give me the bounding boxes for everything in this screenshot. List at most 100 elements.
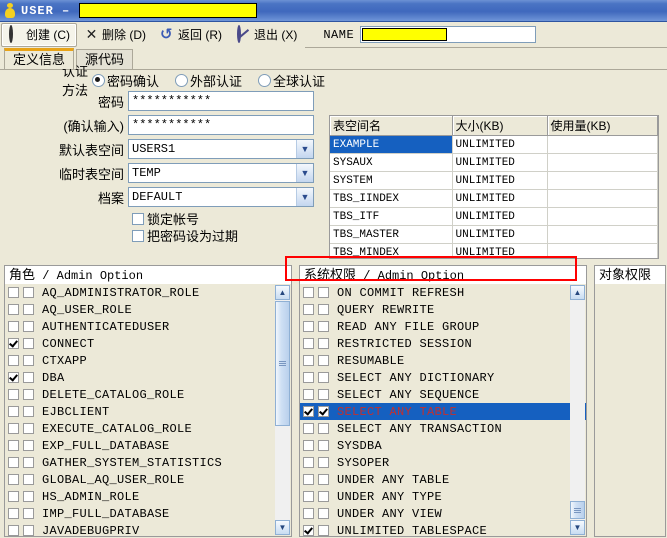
name-input[interactable] xyxy=(360,26,537,43)
radio-external-icon[interactable] xyxy=(174,73,188,87)
grant-checkbox[interactable] xyxy=(8,355,19,366)
list-item[interactable]: IMP_FULL_DATABASE xyxy=(5,505,291,522)
grant-checkbox[interactable] xyxy=(8,457,19,468)
auth-option-external[interactable]: 外部认证 xyxy=(174,71,242,90)
lock-account-row[interactable]: 锁定帐号 xyxy=(0,210,325,227)
list-item[interactable]: UNLIMITED TABLESPACE xyxy=(300,522,586,536)
grant-checkbox[interactable] xyxy=(303,474,314,485)
column-header-name[interactable]: 表空间名 xyxy=(330,116,453,136)
list-item[interactable]: JAVADEBUGPRIV xyxy=(5,522,291,536)
grant-checkbox[interactable] xyxy=(8,474,19,485)
expire-password-row[interactable]: 把密码设为过期 xyxy=(0,227,325,244)
list-item[interactable]: DBA xyxy=(5,369,291,386)
list-item[interactable]: ON COMMIT REFRESH xyxy=(300,284,586,301)
tab-definition[interactable]: 定义信息 xyxy=(4,48,75,69)
grant-checkbox[interactable] xyxy=(8,440,19,451)
chevron-down-icon[interactable]: ▼ xyxy=(296,188,313,206)
list-item[interactable]: AQ_ADMINISTRATOR_ROLE xyxy=(5,284,291,301)
grant-checkbox[interactable] xyxy=(8,321,19,332)
list-item[interactable]: SELECT ANY SEQUENCE xyxy=(300,386,586,403)
admin-option-checkbox[interactable] xyxy=(318,287,329,298)
grant-checkbox[interactable] xyxy=(8,491,19,502)
list-item[interactable]: CONNECT xyxy=(5,335,291,352)
temp-tablespace-select[interactable]: TEMP ▼ xyxy=(128,163,314,183)
list-item[interactable]: RESUMABLE xyxy=(300,352,586,369)
admin-option-checkbox[interactable] xyxy=(23,372,34,383)
list-item[interactable]: AQ_USER_ROLE xyxy=(5,301,291,318)
list-item[interactable]: AUTHENTICATEDUSER xyxy=(5,318,291,335)
list-item[interactable]: SYSDBA xyxy=(300,437,586,454)
delete-button[interactable]: ✕ 删除 (D) xyxy=(77,23,153,47)
list-item[interactable]: QUERY REWRITE xyxy=(300,301,586,318)
radio-global-icon[interactable] xyxy=(257,73,271,87)
grant-checkbox[interactable] xyxy=(303,440,314,451)
table-row[interactable]: TBS_MINDEX UNLIMITED xyxy=(330,243,658,258)
radio-password-icon[interactable] xyxy=(91,73,105,87)
list-item[interactable]: EXECUTE_CATALOG_ROLE xyxy=(5,420,291,437)
back-button[interactable]: ↺ 返回 (R) xyxy=(153,23,229,47)
table-row[interactable]: TBS_ITF UNLIMITED xyxy=(330,207,658,226)
list-item[interactable]: EXP_FULL_DATABASE xyxy=(5,437,291,454)
admin-option-checkbox[interactable] xyxy=(318,440,329,451)
grant-checkbox[interactable] xyxy=(303,338,314,349)
table-row[interactable]: SYSAUX UNLIMITED xyxy=(330,153,658,172)
admin-option-checkbox[interactable] xyxy=(318,406,329,417)
admin-option-checkbox[interactable] xyxy=(23,338,34,349)
admin-option-checkbox[interactable] xyxy=(318,525,329,536)
profile-select[interactable]: DEFAULT ▼ xyxy=(128,187,314,207)
password-confirm-input[interactable]: *********** xyxy=(128,115,314,135)
chevron-down-icon[interactable]: ▼ xyxy=(296,140,313,158)
default-tablespace-select[interactable]: USERS1 ▼ xyxy=(128,139,314,159)
auth-option-global[interactable]: 全球认证 xyxy=(257,71,325,90)
list-item[interactable]: EJBCLIENT xyxy=(5,403,291,420)
list-item[interactable]: UNDER ANY TYPE xyxy=(300,488,586,505)
column-header-used[interactable]: 使用量(KB) xyxy=(547,116,658,136)
table-row[interactable]: EXAMPLE UNLIMITED xyxy=(330,135,658,154)
grant-checkbox[interactable] xyxy=(303,406,314,417)
roles-scrollbar[interactable]: ▲ ▼ xyxy=(275,285,290,535)
list-item[interactable]: SYSOPER xyxy=(300,454,586,471)
admin-option-checkbox[interactable] xyxy=(23,508,34,519)
grant-checkbox[interactable] xyxy=(8,287,19,298)
grant-checkbox[interactable] xyxy=(8,423,19,434)
grant-checkbox[interactable] xyxy=(303,525,314,536)
grant-checkbox[interactable] xyxy=(8,508,19,519)
password-input[interactable]: *********** xyxy=(128,91,314,111)
admin-option-checkbox[interactable] xyxy=(318,389,329,400)
chevron-down-icon[interactable]: ▼ xyxy=(296,164,313,182)
list-item[interactable]: READ ANY FILE GROUP xyxy=(300,318,586,335)
admin-option-checkbox[interactable] xyxy=(23,457,34,468)
table-row[interactable]: TBS_MASTER UNLIMITED xyxy=(330,225,658,244)
grant-checkbox[interactable] xyxy=(303,457,314,468)
scroll-up-icon[interactable]: ▲ xyxy=(570,285,585,300)
column-header-size[interactable]: 大小(KB) xyxy=(452,116,548,136)
grant-checkbox[interactable] xyxy=(303,304,314,315)
admin-option-checkbox[interactable] xyxy=(318,355,329,366)
admin-option-checkbox[interactable] xyxy=(23,423,34,434)
list-item[interactable]: HS_ADMIN_ROLE xyxy=(5,488,291,505)
list-item[interactable]: RESTRICTED SESSION xyxy=(300,335,586,352)
admin-option-checkbox[interactable] xyxy=(318,474,329,485)
list-item[interactable]: CTXAPP xyxy=(5,352,291,369)
admin-option-checkbox[interactable] xyxy=(318,321,329,332)
admin-option-checkbox[interactable] xyxy=(23,491,34,502)
table-row[interactable]: TBS_IINDEX UNLIMITED xyxy=(330,189,658,208)
list-item[interactable]: SELECT ANY TABLE xyxy=(300,403,586,420)
expire-password-checkbox[interactable] xyxy=(132,229,144,242)
table-row[interactable]: SYSTEM UNLIMITED xyxy=(330,171,658,190)
admin-option-checkbox[interactable] xyxy=(23,389,34,400)
grant-checkbox[interactable] xyxy=(303,389,314,400)
scroll-down-icon[interactable]: ▼ xyxy=(570,520,585,535)
grant-checkbox[interactable] xyxy=(303,287,314,298)
create-button[interactable]: 创建 (C) xyxy=(1,22,77,47)
list-item[interactable]: GLOBAL_AQ_USER_ROLE xyxy=(5,471,291,488)
system-privileges-scroll-thumb[interactable] xyxy=(570,501,585,519)
system-privileges-scrollbar[interactable]: ▲ ▼ xyxy=(570,285,585,535)
lock-account-checkbox[interactable] xyxy=(132,212,144,225)
list-item[interactable]: UNDER ANY TABLE xyxy=(300,471,586,488)
admin-option-checkbox[interactable] xyxy=(23,321,34,332)
exit-button[interactable]: 退出 (X) xyxy=(229,23,304,47)
grant-checkbox[interactable] xyxy=(303,423,314,434)
admin-option-checkbox[interactable] xyxy=(318,423,329,434)
list-item[interactable]: UNDER ANY VIEW xyxy=(300,505,586,522)
